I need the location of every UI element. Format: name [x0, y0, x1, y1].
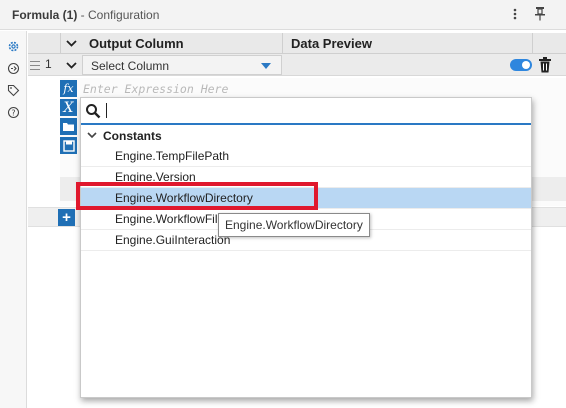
search-icon — [85, 103, 101, 119]
drag-handle-icon[interactable] — [30, 58, 40, 72]
grid-header: Output Column Data Preview — [28, 33, 566, 54]
dropdown-arrow-icon — [261, 63, 271, 69]
save-icon[interactable] — [60, 137, 77, 154]
row-number: 1 — [45, 57, 52, 71]
connection-icon[interactable] — [6, 61, 21, 76]
search-input-caret — [106, 103, 107, 118]
help-icon[interactable]: ? — [6, 105, 21, 120]
output-column-select[interactable]: Select Column — [82, 55, 282, 75]
row-enabled-toggle[interactable] — [510, 59, 532, 71]
function-icon[interactable]: fx — [60, 80, 77, 97]
constants-dropdown: Constants Engine.TempFilePath Engine.Ver… — [80, 97, 532, 398]
add-expression-button[interactable]: + — [58, 209, 75, 226]
grid-header-spacer — [28, 33, 61, 54]
panel-header: Formula (1) - Configuration — [0, 0, 566, 30]
list-item-label: Engine.GuiInteraction — [115, 233, 231, 247]
left-toolbar: ? — [0, 31, 27, 408]
group-constants[interactable]: Constants — [81, 126, 531, 146]
output-column-value: Select Column — [91, 59, 170, 73]
variable-icon[interactable]: X — [60, 99, 77, 116]
highlight-annotation — [76, 182, 318, 210]
gear-icon[interactable] — [6, 39, 21, 54]
list-item[interactable]: Engine.TempFilePath — [81, 146, 531, 167]
group-label: Constants — [103, 129, 162, 143]
expression-placeholder: Enter Expression Here — [83, 82, 229, 96]
more-vertical-icon[interactable] — [507, 6, 523, 22]
column-header-preview[interactable]: Data Preview — [283, 33, 533, 54]
chevron-down-icon[interactable] — [86, 129, 98, 141]
row-collapse-chevron-icon[interactable] — [61, 54, 81, 76]
panel-title: Formula (1) - Configuration — [12, 8, 159, 22]
trash-icon[interactable] — [538, 57, 552, 73]
pin-icon[interactable] — [532, 6, 548, 22]
dropdown-search-bar[interactable] — [81, 98, 531, 125]
tool-name: Formula (1) — [12, 8, 78, 22]
folder-icon[interactable] — [60, 118, 77, 135]
table-row: 1 Select Column — [28, 54, 566, 76]
tag-icon[interactable] — [6, 83, 21, 98]
svg-text:?: ? — [11, 109, 15, 118]
item-tooltip: Engine.WorkflowDirectory — [218, 213, 370, 237]
list-item-label: Engine.TempFilePath — [115, 149, 230, 163]
panel-subtitle: - Configuration — [77, 8, 160, 22]
column-header-output[interactable]: Output Column — [81, 33, 283, 54]
collapse-all-chevron-icon[interactable] — [61, 33, 81, 54]
